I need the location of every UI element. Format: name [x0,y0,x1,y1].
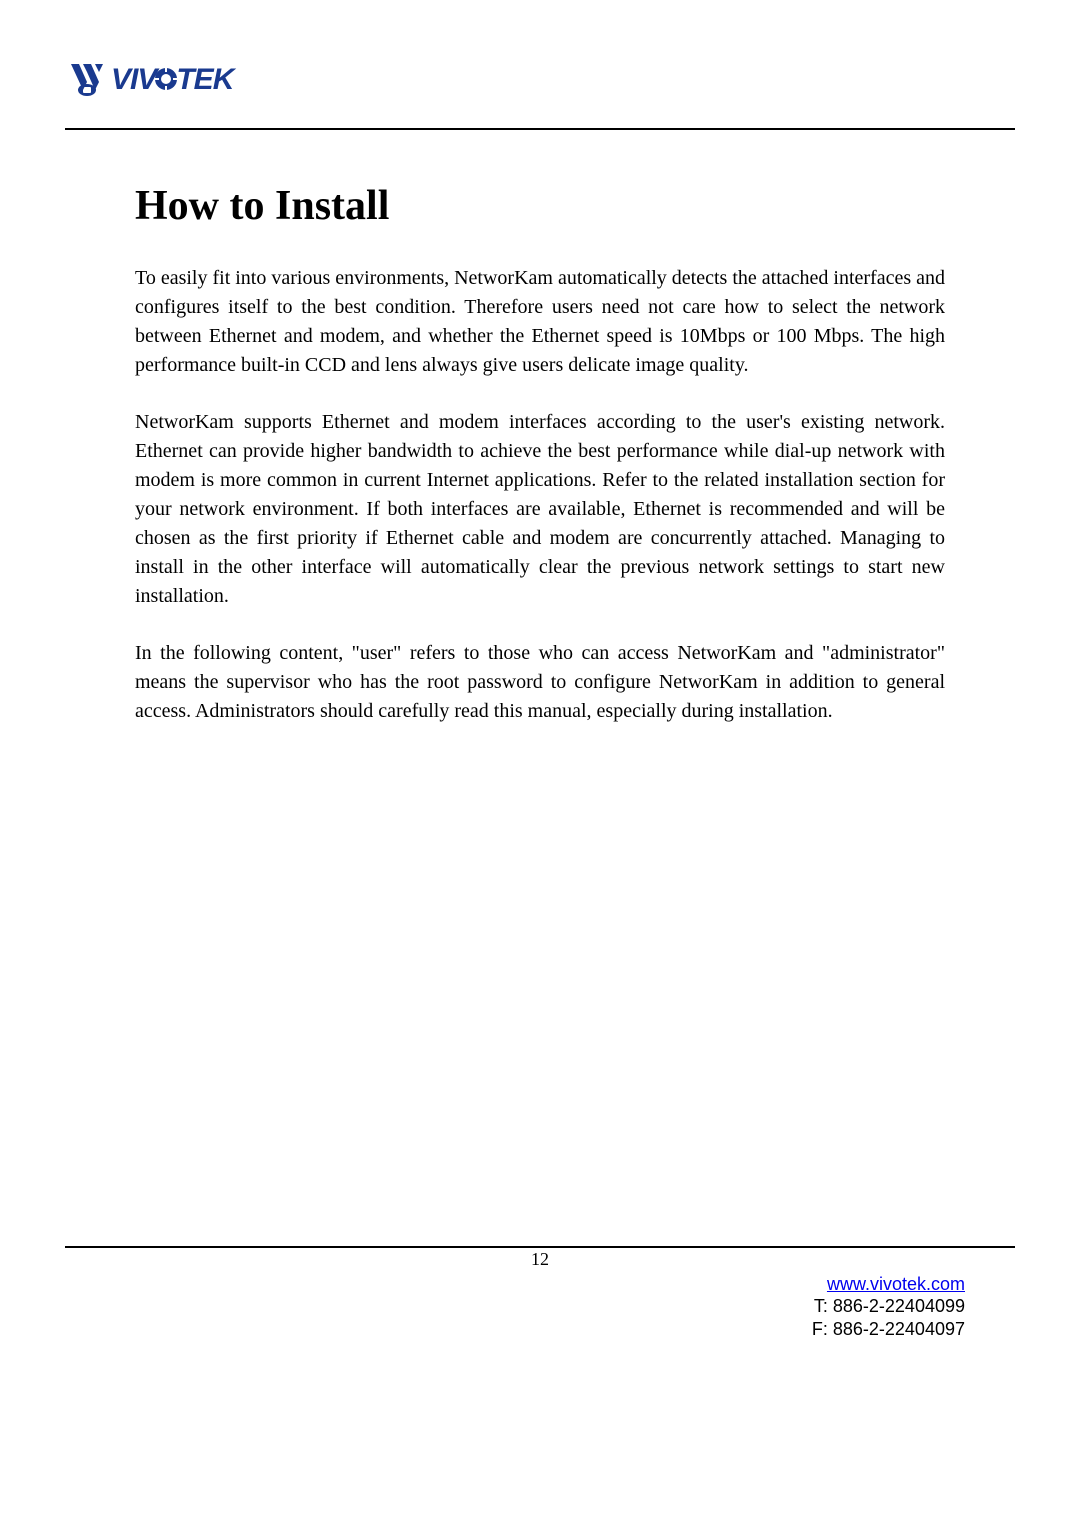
fax-text: F: 886-2-22404097 [812,1318,965,1341]
content-area: How to Install To easily fit into variou… [65,130,1015,726]
paragraph-2: NetworKam supports Ethernet and modem in… [135,408,945,611]
paragraph-3: In the following content, "user" refers … [135,639,945,726]
footer-info: www.vivotek.com T: 886-2-22404099 F: 886… [812,1273,965,1341]
telephone-text: T: 886-2-22404099 [812,1295,965,1318]
page-number: 12 [0,1249,1080,1270]
document-page: VIVTEK How to Install To easily fit into… [0,0,1080,1528]
bottom-divider [65,1246,1015,1248]
paragraph-1: To easily fit into various environments,… [135,264,945,380]
logo-brand-text: VIVTEK [111,63,233,97]
page-title: How to Install [135,182,945,230]
logo-area: VIVTEK [65,60,1015,100]
vivotek-logo-icon [65,60,105,100]
website-link[interactable]: www.vivotek.com [827,1274,965,1294]
